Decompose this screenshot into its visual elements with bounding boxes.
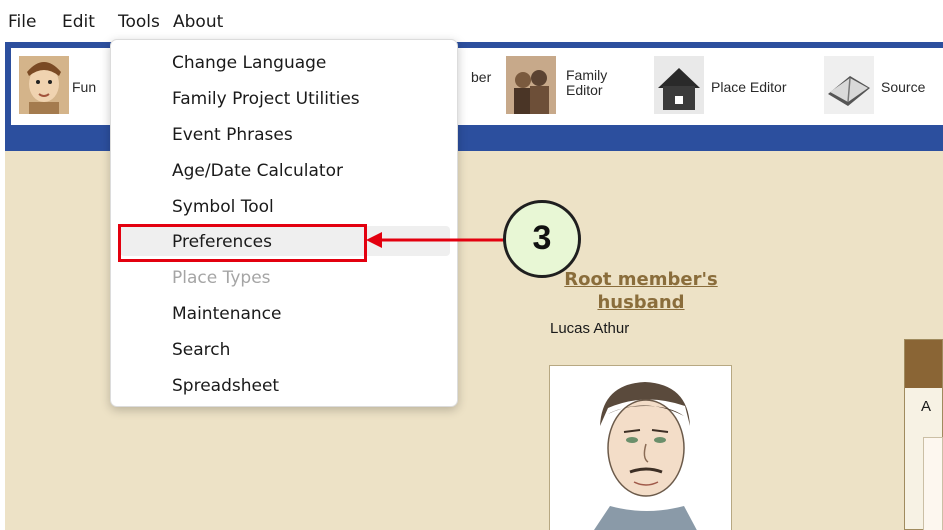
- book-icon: [824, 56, 874, 114]
- menu-item-event-phrases[interactable]: Event Phrases: [172, 125, 293, 145]
- right-card-header: [905, 340, 942, 388]
- cartoon-person-icon: [19, 56, 69, 114]
- menu-about[interactable]: About: [173, 12, 223, 32]
- menu-item-spreadsheet[interactable]: Spreadsheet: [172, 376, 279, 396]
- menu-bar: File Edit Tools About: [0, 0, 943, 42]
- toolbar-fun-label: Fun: [72, 79, 97, 95]
- menu-edit[interactable]: Edit: [62, 12, 95, 32]
- house-icon: [654, 56, 704, 114]
- menu-item-age-date-calculator[interactable]: Age/Date Calculator: [172, 161, 343, 181]
- member-photo[interactable]: [549, 365, 732, 530]
- menu-item-place-types: Place Types: [172, 268, 271, 288]
- menu-item-search[interactable]: Search: [172, 340, 230, 360]
- step-number-badge: 3: [503, 200, 581, 278]
- right-card-label: A: [921, 398, 932, 415]
- toolbar-family-editor-button[interactable]: Family Editor: [506, 48, 636, 125]
- member-name: Lucas Athur: [550, 320, 630, 337]
- menu-file[interactable]: File: [8, 12, 36, 32]
- menu-item-maintenance[interactable]: Maintenance: [172, 304, 281, 324]
- right-partner-card: A: [904, 339, 943, 530]
- menu-item-change-language[interactable]: Change Language: [172, 53, 326, 73]
- highlight-box: [118, 224, 367, 262]
- family-photo-icon: [506, 56, 556, 114]
- portrait-sketch-icon: [594, 382, 697, 530]
- toolbar-place-editor-label: Place Editor: [711, 79, 787, 95]
- toolbar-family-editor-label: Family Editor: [566, 67, 608, 98]
- menu-item-symbol-tool[interactable]: Symbol Tool: [172, 197, 274, 217]
- toolbar-fun-button[interactable]: Fun: [11, 48, 111, 125]
- tools-dropdown-menu: Change Language Family Project Utilities…: [110, 39, 458, 407]
- menu-tools[interactable]: Tools: [118, 12, 160, 32]
- toolbar-source-label: Source: [881, 79, 926, 95]
- member-title-link[interactable]: Root member's husband: [546, 268, 736, 314]
- pointer-arrow-icon: [366, 232, 510, 248]
- toolbar-place-editor-button[interactable]: Place Editor: [654, 48, 814, 125]
- right-card-photo: [923, 437, 943, 530]
- menu-item-family-project-utilities[interactable]: Family Project Utilities: [172, 89, 360, 109]
- toolbar-member-label: ber: [471, 69, 492, 85]
- toolbar-source-button[interactable]: Source: [820, 48, 943, 125]
